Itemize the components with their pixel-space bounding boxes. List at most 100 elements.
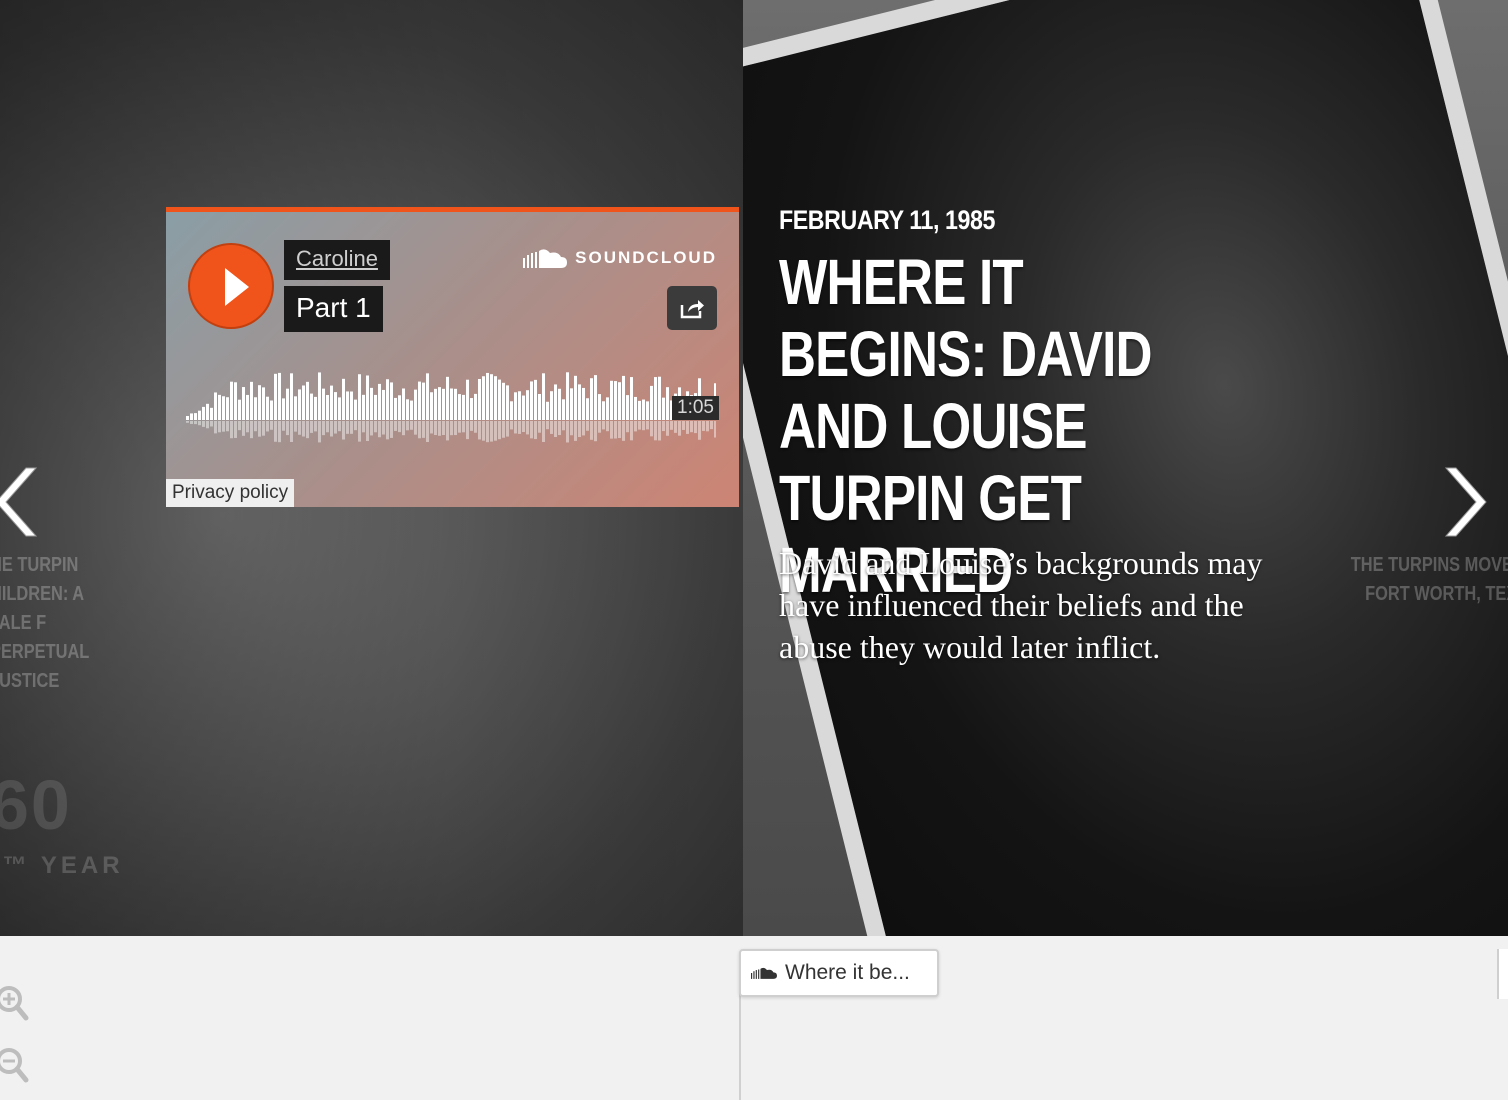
waveform-bar (490, 374, 493, 420)
waveform-reflection (566, 421, 569, 443)
waveform-reflection (238, 421, 241, 431)
share-icon (680, 300, 704, 319)
zoom-out-button[interactable] (0, 1046, 30, 1086)
waveform-reflection (538, 421, 541, 433)
waveform-bar (266, 396, 269, 420)
waveform-bar (270, 400, 273, 420)
waveform-bar (654, 377, 657, 420)
waveform-bar (238, 399, 241, 420)
waveform-reflection (206, 421, 209, 429)
waveform-reflection (454, 421, 457, 436)
waveform-reflection (406, 421, 409, 431)
track-title[interactable]: Part 1 (284, 286, 383, 332)
soundcloud-icon (523, 249, 568, 268)
waveform-reflection (590, 421, 593, 440)
timeline-marker[interactable]: Where it be... (739, 949, 939, 997)
waveform-reflection (546, 421, 549, 430)
waveform-bar (486, 372, 489, 420)
waveform-reflection (586, 421, 589, 431)
waveform-bar (502, 382, 505, 420)
waveform-reflection (674, 421, 677, 433)
waveform-reflection (234, 421, 237, 438)
waveform-reflection (370, 421, 373, 436)
waveform-bar (666, 387, 669, 420)
waveform-bar (374, 394, 377, 420)
waveform-bar (438, 387, 441, 420)
waveform-reflection (558, 421, 561, 436)
waveform-reflection (342, 421, 345, 440)
waveform-bar (470, 398, 473, 420)
waveform-reflection (478, 421, 481, 440)
chevron-right-icon (1444, 467, 1487, 537)
zoom-in-button[interactable] (0, 984, 30, 1024)
waveform-bar (350, 391, 353, 420)
waveform-reflection (530, 421, 533, 439)
waveform-bar (510, 401, 513, 420)
waveform-bar (638, 400, 641, 420)
timeline-marker-next[interactable] (1497, 949, 1508, 999)
waveform-bar (530, 381, 533, 420)
soundcloud-user-link[interactable]: Caroline (284, 240, 390, 280)
waveform-reflection (418, 421, 421, 439)
waveform-reflection (598, 421, 601, 433)
soundcloud-logo[interactable]: SOUNDCLOUD (523, 248, 717, 268)
waveform-bar (426, 373, 429, 420)
waveform-reflection (374, 421, 377, 433)
waveform-reflection (390, 421, 393, 438)
waveform-reflection (430, 421, 433, 434)
waveform-bar (234, 382, 237, 420)
waveform-bar (562, 399, 565, 420)
waveform-reflection (554, 421, 557, 438)
share-button[interactable] (667, 286, 717, 330)
waveform-reflection (534, 421, 537, 440)
waveform-bar (578, 384, 581, 420)
waveform-bar (242, 387, 245, 420)
waveform-reflection (286, 421, 289, 436)
waveform-reflection (214, 421, 217, 434)
waveform-reflection (502, 421, 505, 438)
waveform-reflection (410, 421, 413, 430)
waveform-bar (462, 394, 465, 420)
waveform-bar (466, 379, 469, 420)
waveform-bar (478, 379, 481, 420)
waveform-bar (370, 387, 373, 420)
previous-slide-label[interactable]: HE TURPIN HILDREN: A TALE F PERPETUAL JU… (0, 551, 129, 696)
waveform-reflection (346, 421, 349, 434)
waveform-bar (274, 373, 277, 420)
waveform-reflection (562, 421, 565, 431)
waveform-bar (446, 376, 449, 420)
waveform-reflection (362, 421, 365, 433)
soundcloud-icon (751, 967, 777, 979)
waveform-reflection (254, 421, 257, 432)
waveform-reflection (298, 421, 301, 435)
privacy-policy-link[interactable]: Privacy policy (166, 479, 295, 507)
waveform-reflection (714, 421, 716, 438)
waveform-reflection (358, 421, 361, 442)
waveform-reflection (522, 421, 525, 433)
waveform-bar (614, 381, 617, 420)
waveform-bar (334, 392, 337, 420)
waveform-reflection (422, 421, 425, 438)
waveform-bar (262, 387, 265, 420)
waveform-bar (574, 375, 577, 420)
waveform-reflection (646, 421, 649, 430)
waveform-bar (406, 399, 409, 420)
waveform-bar (558, 388, 561, 420)
waveform-bar (634, 396, 637, 420)
next-slide-label[interactable]: THE TURPINS MOVE TO FORT WORTH, TEXAS (1343, 551, 1508, 609)
waveform-reflection (226, 421, 229, 432)
waveform-reflection (330, 421, 333, 437)
waveform-bar (518, 391, 521, 420)
waveform[interactable] (186, 362, 716, 452)
waveform-reflection (338, 421, 341, 432)
next-slide-button[interactable] (1440, 462, 1500, 542)
waveform-bar (482, 376, 485, 420)
waveform-bar (570, 388, 573, 420)
watermark-text: O™ YEAR (0, 852, 124, 879)
zoom-in-icon (0, 986, 29, 1021)
waveform-bar (610, 380, 613, 420)
waveform-bar (378, 383, 381, 420)
previous-slide-button[interactable] (0, 462, 52, 542)
waveform-reflection (258, 421, 261, 437)
play-button[interactable] (188, 243, 274, 329)
